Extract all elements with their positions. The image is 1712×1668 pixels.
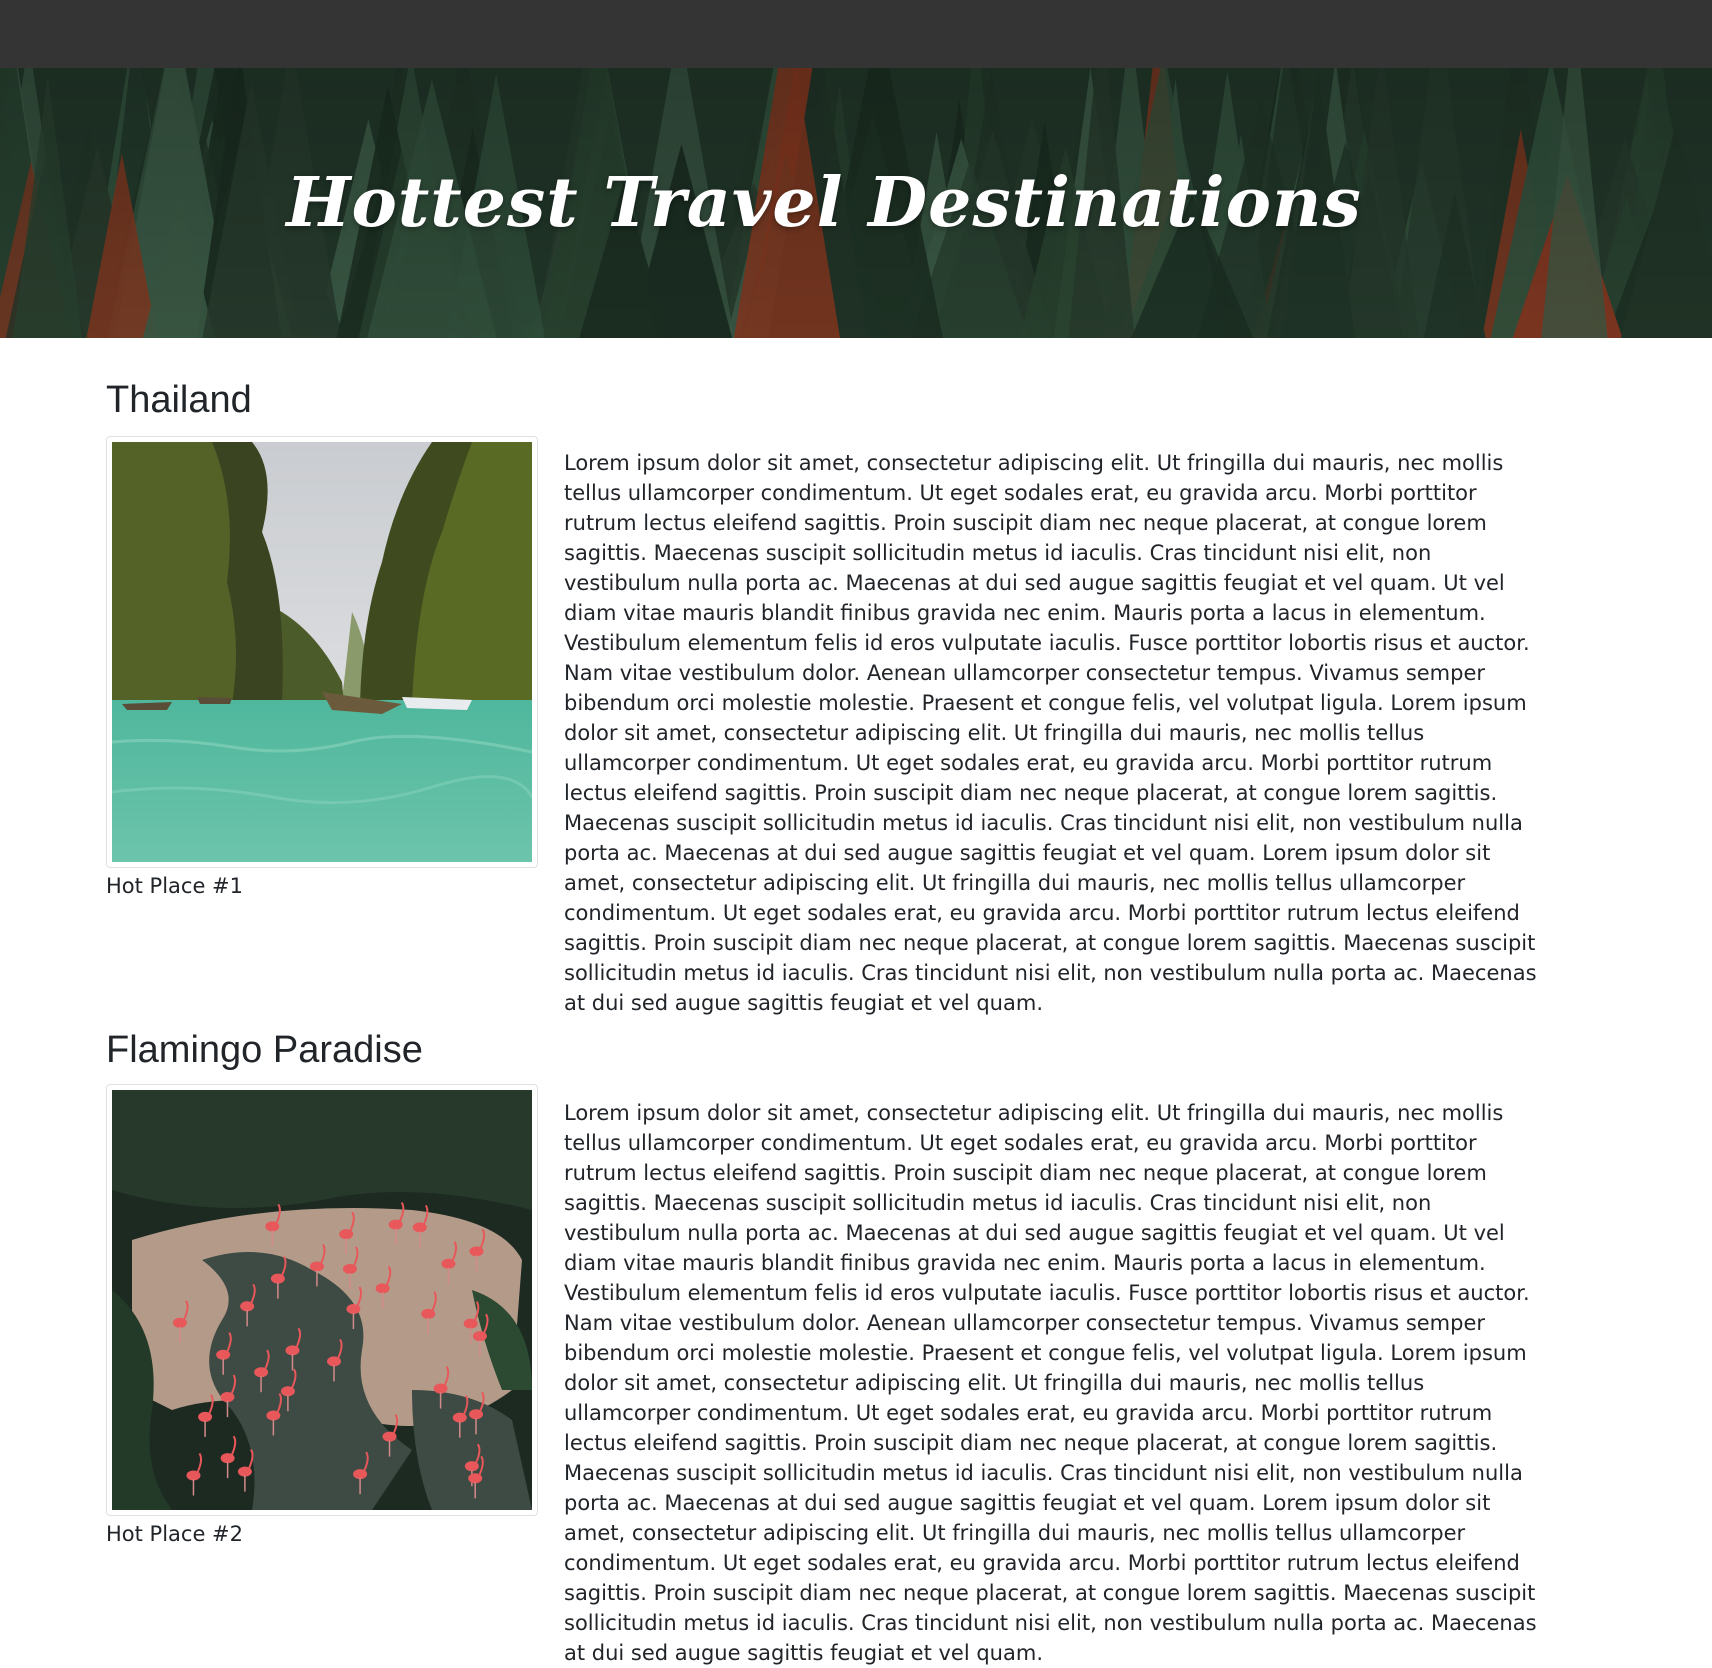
- destination-heading: Thailand: [106, 379, 252, 421]
- limestone-cliffs-boats-photo: [112, 442, 532, 862]
- hero-banner: Hottest Travel Destinations: [0, 68, 1712, 338]
- destination-section-thailand: Thailand Hot Place #1 Lorem ipsum dolor …: [106, 376, 1606, 1015]
- destination-figure: Hot Place #1: [106, 436, 538, 900]
- destination-description: Lorem ipsum dolor sit amet, consectetur …: [564, 451, 1537, 1015]
- destination-heading: Flamingo Paradise: [106, 1029, 423, 1071]
- destination-caption: Hot Place #2: [106, 1522, 244, 1546]
- destination-caption: Hot Place #1: [106, 874, 244, 898]
- destination-thumbnail: [106, 1084, 538, 1516]
- destination-thumbnail: [106, 436, 538, 868]
- flamingo-pond-photo: [112, 1090, 532, 1510]
- destination-description: Lorem ipsum dolor sit amet, consectetur …: [564, 1101, 1537, 1665]
- destination-figure: Hot Place #2: [106, 1084, 538, 1548]
- destination-section-flamingo-paradise: Flamingo Paradise Hot Place #2 Lorem ips…: [106, 1026, 1606, 1665]
- top-navbar: [0, 0, 1712, 68]
- page-title: Hottest Travel Destinations: [286, 163, 1362, 243]
